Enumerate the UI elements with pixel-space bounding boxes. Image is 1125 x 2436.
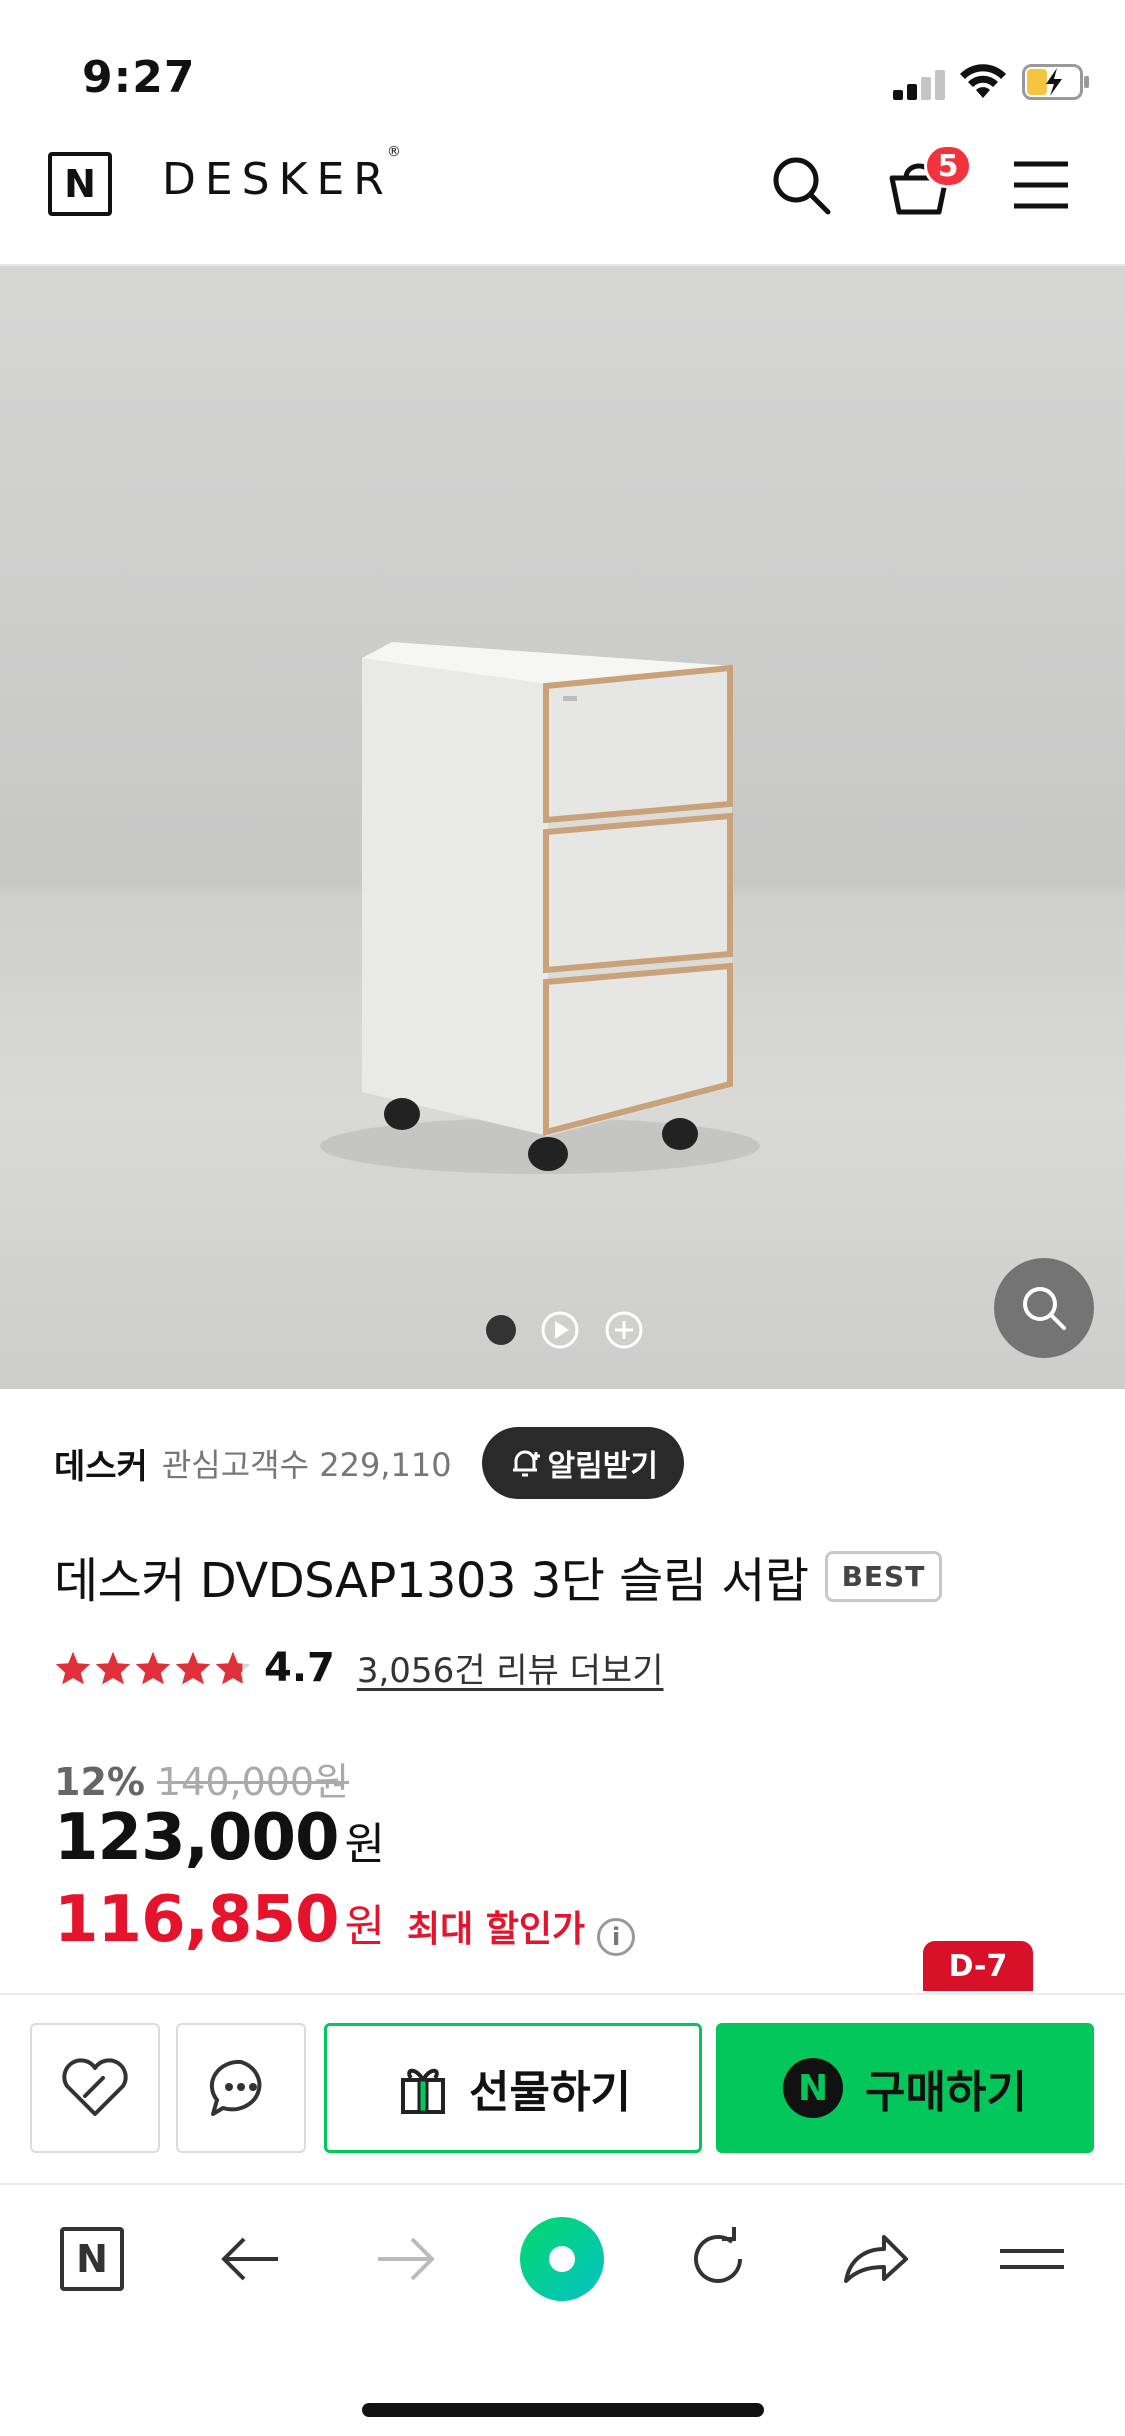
wishlist-button[interactable] bbox=[30, 2023, 160, 2153]
battery-charging-icon bbox=[1022, 64, 1089, 100]
product-photo bbox=[320, 642, 760, 1174]
discount-percent: 12% bbox=[54, 1760, 145, 1804]
interest-value: 229,110 bbox=[319, 1446, 452, 1484]
rating-stars bbox=[54, 1650, 252, 1686]
best-badge: BEST bbox=[824, 1550, 943, 1602]
star-icon bbox=[95, 1651, 131, 1684]
max-discount-row: 116,850 원 최대 할인가 i bbox=[54, 1883, 636, 1957]
more-plus-icon[interactable] bbox=[604, 1310, 644, 1350]
status-bar: 9:27 bbox=[0, 0, 1125, 130]
brand-logo[interactable]: DESKER® bbox=[162, 144, 407, 205]
share-icon[interactable] bbox=[832, 2217, 916, 2301]
star-icon bbox=[175, 1651, 211, 1684]
price-row: 123,000 원 bbox=[54, 1801, 385, 1875]
forward-arrow-icon bbox=[378, 2237, 435, 2281]
max-discount-price: 116,850 bbox=[54, 1883, 339, 1957]
max-discount-label: 최대 할인가 bbox=[406, 1909, 586, 1950]
naver-home-icon[interactable]: N bbox=[50, 2217, 134, 2301]
wifi-icon bbox=[960, 64, 1006, 98]
max-discount-unit: 원 bbox=[344, 1901, 385, 1952]
site-header: N DESKER® 5 bbox=[0, 130, 1125, 266]
sale-price: 123,000 bbox=[54, 1801, 339, 1875]
naver-logo-button[interactable]: N bbox=[48, 152, 112, 216]
green-dot-icon[interactable] bbox=[520, 2217, 604, 2301]
gift-label: 선물하기 bbox=[469, 2067, 631, 2118]
seller-name[interactable]: 데스커 bbox=[54, 1439, 148, 1488]
menu-icon[interactable] bbox=[1006, 150, 1076, 220]
image-dot[interactable] bbox=[486, 1315, 516, 1345]
brand-mark: ® bbox=[386, 144, 401, 161]
rating-value: 4.7 bbox=[264, 1644, 335, 1691]
product-title: 데스커 DVDSAP1303 3단 슬림 서랍 bbox=[54, 1553, 809, 1609]
info-icon[interactable]: i bbox=[597, 1918, 636, 1956]
back-arrow-icon[interactable] bbox=[208, 2217, 292, 2301]
interest-count: 관심고객수 229,110 bbox=[162, 1440, 452, 1486]
video-play-icon[interactable] bbox=[540, 1310, 580, 1350]
heart-icon bbox=[62, 2058, 128, 2116]
naver-home-letter: N bbox=[60, 2227, 124, 2291]
status-time: 9:27 bbox=[82, 52, 196, 103]
home-indicator bbox=[362, 2403, 764, 2417]
notify-button[interactable]: 알림받기 bbox=[481, 1427, 684, 1499]
review-link[interactable]: 3,056건 리뷰 더보기 bbox=[357, 1643, 664, 1692]
sale-price-unit: 원 bbox=[344, 1819, 385, 1870]
gallery-indicators bbox=[486, 1310, 644, 1350]
discount-row: 12% 140,000원 bbox=[54, 1751, 349, 1806]
chat-icon bbox=[209, 2059, 262, 2116]
buy-button[interactable]: N 구매하기 bbox=[716, 2023, 1094, 2153]
interest-label: 관심고객수 bbox=[161, 1446, 310, 1484]
product-image-gallery[interactable] bbox=[0, 266, 1125, 1389]
star-icon bbox=[55, 1651, 91, 1684]
zoom-button[interactable] bbox=[994, 1258, 1094, 1358]
cart-count-badge: 5 bbox=[924, 144, 972, 188]
menu-icon[interactable] bbox=[990, 2217, 1074, 2301]
naver-pay-icon: N bbox=[783, 2058, 844, 2118]
rating-row: 4.7 3,056건 리뷰 더보기 bbox=[54, 1643, 664, 1692]
star-half-icon bbox=[215, 1651, 251, 1684]
brand-name: DESKER bbox=[162, 154, 393, 205]
search-icon[interactable] bbox=[766, 150, 836, 220]
star-icon bbox=[135, 1651, 171, 1684]
gift-button[interactable]: 선물하기 bbox=[324, 2023, 702, 2153]
naver-logo-letter: N bbox=[64, 162, 96, 206]
search-icon bbox=[1023, 1287, 1066, 1330]
dday-badge: D-7 bbox=[923, 1941, 1033, 1991]
talk-button[interactable] bbox=[176, 2023, 306, 2153]
reload-icon[interactable] bbox=[676, 2217, 760, 2301]
browser-toolbar: N bbox=[0, 2183, 1125, 2436]
bell-plus-icon bbox=[512, 1450, 540, 1477]
original-price: 140,000원 bbox=[156, 1760, 350, 1804]
purchase-action-bar: 선물하기 N 구매하기 bbox=[0, 1993, 1125, 2183]
buy-label: 구매하기 bbox=[865, 2067, 1027, 2118]
cellular-signal-icon bbox=[893, 70, 947, 100]
title-row: 데스커 DVDSAP1303 3단 슬림 서랍 BEST bbox=[54, 1541, 943, 1611]
seller-row: 데스커 관심고객수 229,110 알림받기 bbox=[54, 1427, 684, 1499]
gift-icon bbox=[401, 2068, 446, 2114]
notify-label: 알림받기 bbox=[547, 1449, 658, 1484]
